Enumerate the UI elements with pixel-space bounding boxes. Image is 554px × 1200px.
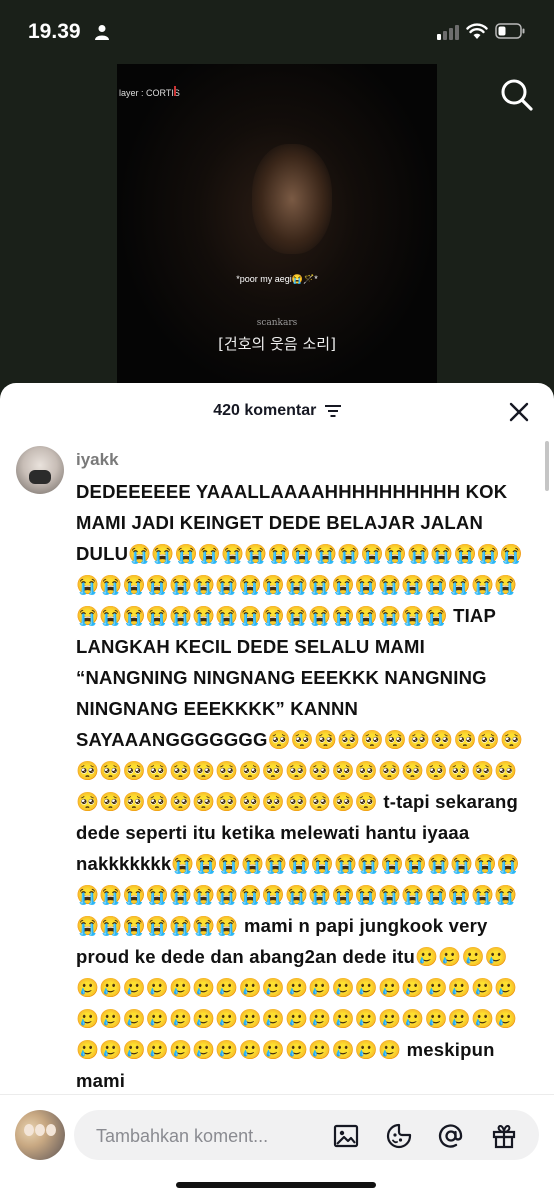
image-icon[interactable] — [332, 1122, 360, 1150]
comments-panel: 420 komentar iyakk DEDEEEEEE YAAALLAAAAH… — [0, 383, 554, 1199]
video-player[interactable]: layer : CORTIS *poor my aegi😭🪄* scankars… — [117, 64, 437, 394]
video-korean-subtitle: [건호의 웃음 소리] — [218, 335, 336, 353]
comment-text: DEDEEEEEE YAAALLAAAAHHHHHHHHHH KOK MAMI … — [76, 481, 524, 1091]
comments-scrollbar[interactable] — [545, 441, 549, 491]
video-overlay-marker — [174, 86, 176, 96]
gift-icon[interactable] — [490, 1122, 518, 1150]
sort-icon[interactable] — [324, 404, 341, 418]
comment-count-label: 420 komentar — [213, 402, 317, 419]
commenter-avatar[interactable] — [16, 446, 64, 494]
status-time: 19.39 — [28, 20, 81, 43]
video-credit: scankars — [256, 318, 298, 328]
comments-header: 420 komentar — [0, 383, 554, 439]
mention-icon[interactable] — [437, 1122, 465, 1150]
video-caption: *poor my aegi😭🪄* — [236, 274, 318, 284]
commenter-username[interactable]: iyakk — [76, 450, 119, 470]
cellular-signal-icon — [437, 24, 459, 40]
home-indicator — [176, 1182, 376, 1188]
close-icon[interactable] — [506, 399, 532, 425]
my-avatar — [15, 1110, 65, 1160]
wifi-icon — [466, 23, 488, 39]
person-icon — [95, 25, 109, 40]
comment-input[interactable] — [94, 1110, 318, 1162]
video-overlay-label: layer : CORTIS — [119, 88, 180, 98]
search-icon[interactable] — [498, 76, 534, 112]
status-bar: 19.39 — [0, 0, 554, 64]
battery-icon — [495, 23, 525, 39]
sticker-icon[interactable] — [385, 1122, 413, 1150]
comment-input-bar — [0, 1094, 554, 1200]
comment-input-container[interactable] — [74, 1110, 539, 1162]
comment-count: 420 komentar — [0, 402, 554, 420]
video-subject — [252, 144, 332, 254]
